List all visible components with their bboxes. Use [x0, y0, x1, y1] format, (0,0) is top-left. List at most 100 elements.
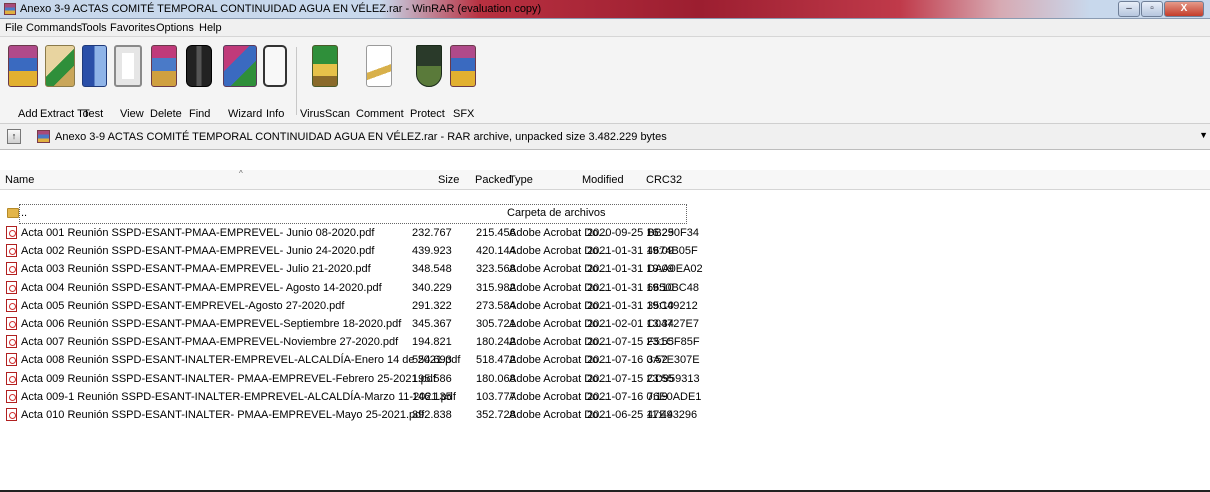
menu-help[interactable]: Help — [199, 22, 222, 34]
info-icon — [263, 45, 287, 87]
pdf-file-icon — [6, 389, 17, 403]
column-type[interactable]: Type — [509, 174, 533, 186]
view-icon — [114, 45, 142, 87]
file-crc32: 47E93296 — [647, 408, 698, 421]
extract-to-icon — [45, 45, 75, 87]
maximize-button[interactable]: ▫ — [1141, 1, 1163, 17]
file-row[interactable]: Acta 005 Reunión SSPD-ESANT-EMPREVEL-Ago… — [0, 297, 700, 315]
add-icon — [8, 45, 38, 87]
chevron-down-icon[interactable]: ▼ — [1199, 130, 1208, 140]
toolbar-separator — [296, 47, 297, 115]
comment-button[interactable]: Comment — [356, 41, 406, 121]
pdf-file-icon — [6, 244, 17, 258]
protect-icon — [416, 45, 442, 87]
pdf-file-icon — [6, 371, 17, 385]
virusscan-button[interactable]: VirusScan — [300, 41, 354, 121]
file-row[interactable]: Acta 008 Reunión SSPD-ESANT-INALTER-EMPR… — [0, 351, 700, 369]
file-crc32: 3A7E307E — [647, 354, 700, 367]
file-name: Acta 007 Reunión SSPD-ESANT-PMAA-EMPREVE… — [21, 336, 399, 349]
file-crc32: C04727E7 — [647, 317, 699, 330]
file-name: Acta 009-1 Reunión SSPD-ESANT-INALTER-EM… — [21, 390, 456, 403]
file-crc32: 6650BC48 — [647, 281, 699, 294]
file-row[interactable]: Acta 006 Reunión SSPD-ESANT-PMAA-EMPREVE… — [0, 315, 700, 333]
file-size: 392.838 — [412, 408, 452, 421]
test-button[interactable]: Test — [80, 41, 110, 121]
close-button[interactable]: X — [1164, 1, 1204, 17]
column-modified[interactable]: Modified — [582, 174, 624, 186]
file-crc32: 76E0ADE1 — [647, 390, 702, 403]
file-name: Acta 002 Reunión SSPD-ESANT-PMAA-EMPREVE… — [21, 245, 375, 258]
test-icon — [82, 45, 107, 87]
file-size: 340.229 — [412, 281, 452, 294]
menu-bar: File Commands Tools Favorites Options He… — [0, 19, 1210, 37]
file-size: 194.821 — [412, 336, 452, 349]
file-crc32: CD959313 — [647, 372, 700, 385]
folder-icon — [7, 208, 19, 218]
sfx-button[interactable]: SFX — [450, 41, 480, 121]
file-name: Acta 006 Reunión SSPD-ESANT-PMAA-EMPREVE… — [21, 317, 402, 330]
up-folder-button[interactable]: ↑ — [7, 129, 21, 144]
find-icon — [186, 45, 212, 87]
column-packed[interactable]: Packed — [475, 174, 512, 186]
file-size: 291.322 — [412, 299, 452, 312]
extract-to-button[interactable]: Extract To — [40, 41, 89, 121]
window-controls: – ▫ X — [1117, 1, 1204, 17]
add-button[interactable]: Add — [8, 41, 38, 121]
file-row[interactable]: Acta 002 Reunión SSPD-ESANT-PMAA-EMPREVE… — [0, 242, 700, 260]
pdf-file-icon — [6, 316, 17, 330]
info-button[interactable]: Info — [262, 41, 290, 121]
delete-button[interactable]: Delete — [146, 41, 182, 121]
file-row[interactable]: Acta 009-1 Reunión SSPD-ESANT-INALTER-EM… — [0, 388, 702, 406]
file-size: 439.923 — [412, 245, 452, 258]
sfx-icon — [450, 45, 476, 87]
file-name: Acta 004 Reunión SSPD-ESANT-PMAA-EMPREVE… — [21, 281, 382, 294]
file-size: 146.135 — [412, 390, 452, 403]
file-name: Acta 010 Reunión SSPD-ESANT-INALTER- PMA… — [21, 408, 425, 421]
window-title: Anexo 3-9 ACTAS COMITÉ TEMPORAL CONTINUI… — [20, 3, 542, 15]
spacer — [0, 150, 1210, 170]
menu-options[interactable]: Options — [156, 22, 194, 34]
file-row[interactable]: Acta 010 Reunión SSPD-ESANT-INALTER- PMA… — [0, 406, 700, 424]
protect-button[interactable]: Protect — [410, 41, 450, 121]
title-bar[interactable]: Anexo 3-9 ACTAS COMITÉ TEMPORAL CONTINUI… — [0, 0, 1210, 19]
address-bar[interactable]: ↑ Anexo 3-9 ACTAS COMITÉ TEMPORAL CONTIN… — [0, 124, 1210, 150]
pdf-file-icon — [6, 226, 17, 239]
file-size: 195.586 — [412, 372, 452, 385]
file-size: 554.693 — [412, 354, 452, 367]
file-row[interactable]: Acta 001 Reunión SSPD-ESANT-PMAA-EMPREVE… — [0, 224, 700, 242]
menu-file[interactable]: File — [5, 22, 23, 34]
file-name: Acta 008 Reunión SSPD-ESANT-INALTER-EMPR… — [21, 354, 461, 367]
pdf-file-icon — [6, 280, 17, 294]
minimize-button[interactable]: – — [1118, 1, 1140, 17]
file-name: Acta 003 Reunión SSPD-ESANT-PMAA-EMPREVE… — [21, 263, 371, 276]
parent-folder-row[interactable]: .. Carpeta de archivos — [0, 204, 700, 224]
file-size: 348.548 — [412, 263, 452, 276]
file-size: 232.767 — [412, 227, 452, 239]
file-row[interactable]: Acta 009 Reunión SSPD-ESANT-INALTER- PMA… — [0, 370, 700, 388]
menu-tools[interactable]: Tools — [81, 22, 107, 34]
virusscan-icon — [312, 45, 338, 87]
file-row[interactable]: Acta 007 Reunión SSPD-ESANT-PMAA-EMPREVE… — [0, 333, 700, 351]
column-size[interactable]: Size — [438, 174, 459, 186]
pdf-file-icon — [6, 262, 17, 276]
file-crc32: F51CF85F — [647, 336, 700, 349]
winrar-app-icon[interactable] — [4, 3, 16, 15]
file-size: 345.367 — [412, 317, 452, 330]
file-crc32: 4674B05F — [647, 245, 698, 258]
menu-commands[interactable]: Commands — [26, 22, 82, 34]
sort-indicator-icon: ^ — [239, 169, 243, 178]
comment-icon — [366, 45, 392, 87]
find-button[interactable]: Find — [182, 41, 214, 121]
file-crc32: 35C49212 — [647, 299, 698, 312]
menu-favorites[interactable]: Favorites — [110, 22, 155, 34]
view-button[interactable]: View — [112, 41, 146, 121]
column-name[interactable]: Name — [5, 174, 34, 186]
column-crc32[interactable]: CRC32 — [646, 174, 682, 186]
delete-icon — [151, 45, 177, 87]
archive-icon — [37, 130, 50, 143]
file-row[interactable]: Acta 003 Reunión SSPD-ESANT-PMAA-EMPREVE… — [0, 260, 703, 278]
file-crc32: BB290F34 — [647, 227, 699, 239]
file-row[interactable]: Acta 004 Reunión SSPD-ESANT-PMAA-EMPREVE… — [0, 279, 700, 297]
file-name: Acta 005 Reunión SSPD-ESANT-EMPREVEL-Ago… — [21, 299, 345, 312]
wizard-button[interactable]: Wizard — [220, 41, 262, 121]
